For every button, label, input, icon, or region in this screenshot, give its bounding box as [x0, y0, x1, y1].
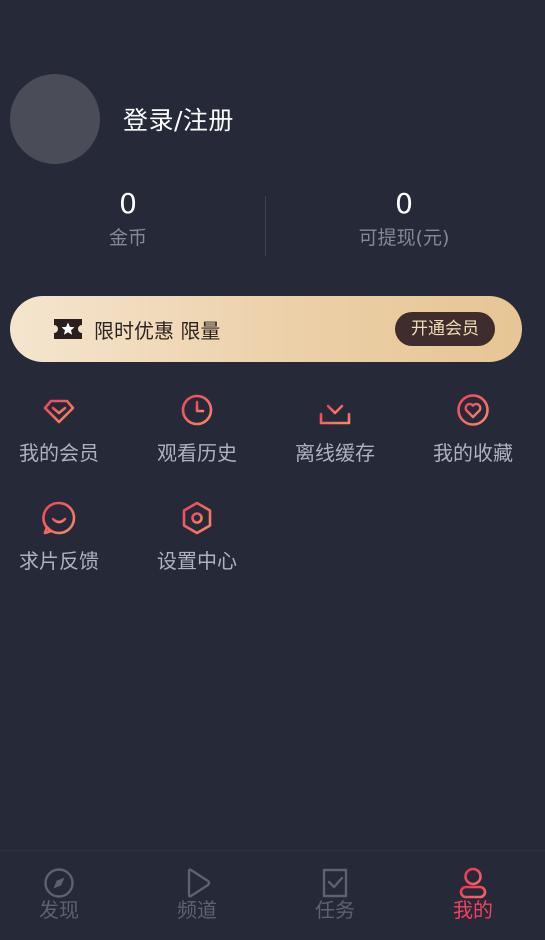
compass-icon	[44, 868, 74, 898]
clock-icon	[181, 394, 213, 426]
tab-label: 频道	[177, 898, 217, 922]
menu-item-label: 离线缓存	[295, 441, 375, 465]
menu-item-label: 设置中心	[157, 549, 237, 573]
menu-item-label: 我的会员	[19, 441, 99, 465]
profile-header[interactable]: 登录/注册	[10, 74, 234, 164]
login-register-link[interactable]: 登录/注册	[123, 101, 234, 137]
coins-value: 0	[119, 187, 137, 220]
coins-stat[interactable]: 0 金币	[28, 186, 228, 252]
coins-label: 金币	[108, 227, 147, 249]
menu-item-label: 我的收藏	[433, 441, 513, 465]
menu-item-label: 求片反馈	[19, 549, 99, 573]
withdrawable-label: 可提现(元)	[358, 227, 450, 249]
tab-label: 我的	[453, 898, 493, 922]
tab-discover[interactable]: 发现	[9, 866, 109, 923]
menu-item-vip[interactable]: 我的会员	[4, 392, 114, 466]
tab-tasks[interactable]: 任务	[285, 866, 385, 923]
avatar[interactable]	[10, 74, 100, 164]
play-icon	[187, 868, 211, 898]
withdrawable-stat[interactable]: 0 可提现(元)	[304, 186, 504, 252]
open-vip-button[interactable]: 开通会员	[395, 312, 495, 346]
user-icon	[459, 867, 487, 899]
tab-label: 发现	[39, 898, 79, 922]
menu-item-settings[interactable]: 设置中心	[142, 500, 252, 574]
bottom-tab-bar: 发现 频道 任务 我的	[0, 850, 545, 940]
menu-item-offline-cache[interactable]: 离线缓存	[280, 392, 390, 466]
tab-mine[interactable]: 我的	[423, 866, 523, 923]
promo-text: 限时优惠 限量	[94, 318, 221, 343]
tab-channels[interactable]: 频道	[147, 866, 247, 923]
tab-label: 任务	[315, 898, 355, 922]
stats-divider	[265, 196, 266, 256]
vip-promo-banner[interactable]: 限时优惠 限量 开通会员	[10, 296, 522, 362]
settings-hexagon-icon	[182, 501, 212, 535]
stats-row: 0 金币 0 可提现(元)	[0, 186, 545, 260]
menu-item-label: 观看历史	[157, 441, 237, 465]
vip-diamond-icon	[43, 399, 75, 424]
menu-item-favorites[interactable]: 我的收藏	[418, 392, 528, 466]
task-icon	[322, 868, 348, 898]
menu-item-history[interactable]: 观看历史	[142, 392, 252, 466]
download-icon	[319, 394, 351, 425]
ticket-star-icon	[52, 317, 84, 341]
chat-bubble-icon	[42, 501, 76, 535]
menu-item-feedback[interactable]: 求片反馈	[4, 500, 114, 574]
heart-icon	[457, 394, 489, 426]
withdrawable-value: 0	[395, 187, 413, 220]
